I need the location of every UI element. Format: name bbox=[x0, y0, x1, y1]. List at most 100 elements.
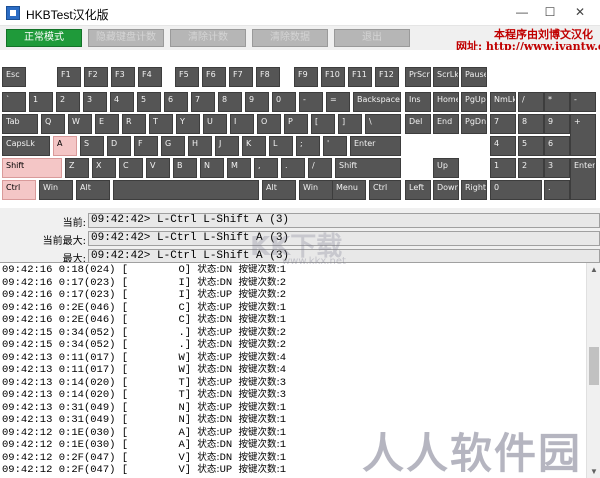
log-key: I bbox=[178, 289, 185, 301]
key-d4: 4 bbox=[110, 92, 134, 112]
log-row: 09:42:13 0:14(020) [ T] 状态:UP 按键次数:3 bbox=[2, 376, 287, 389]
log-count: 1 bbox=[279, 301, 287, 314]
key-m: M bbox=[227, 158, 251, 178]
minimize-button[interactable]: — bbox=[512, 4, 532, 20]
key-lshift: Shift bbox=[2, 158, 62, 178]
log-state-label: 状态: bbox=[197, 426, 220, 438]
key-del: Del bbox=[405, 114, 431, 134]
close-button[interactable]: ✕ bbox=[570, 4, 590, 20]
normal-mode-button[interactable]: 正常模式 bbox=[6, 29, 82, 47]
key-f6: F6 bbox=[202, 67, 226, 87]
log-time: 09:42:13 bbox=[2, 414, 53, 426]
log-key: . bbox=[178, 339, 185, 351]
clear-count-button[interactable]: 清除计数 bbox=[170, 29, 246, 47]
log-key: C bbox=[178, 314, 185, 326]
scroll-thumb[interactable] bbox=[589, 347, 599, 385]
key-j: J bbox=[215, 136, 239, 156]
key-r: R bbox=[122, 114, 146, 134]
toolbar: 正常模式 隐藏键盘计数 清除计数 清除数据 退出 本程序由刘博文汉化 网址: h… bbox=[0, 26, 600, 53]
key-u: U bbox=[203, 114, 227, 134]
log-count-label: 按键次数: bbox=[238, 339, 280, 350]
log-count-label: 按键次数: bbox=[238, 426, 280, 438]
log-state-label: 状态: bbox=[197, 376, 220, 388]
log-row: 09:42:13 0:31(049) [ N] 状态:UP 按键次数:1 bbox=[2, 401, 287, 414]
log-state: UP bbox=[219, 301, 233, 314]
log-scrollbar[interactable]: ▲ ▼ bbox=[586, 263, 600, 478]
log-state: DN bbox=[219, 264, 233, 276]
clear-data-button[interactable]: 清除数据 bbox=[252, 29, 328, 47]
current-max-label: 当前最大: bbox=[42, 236, 86, 247]
log-state: UP bbox=[219, 464, 233, 476]
key-k: K bbox=[242, 136, 266, 156]
key-d0: 0 bbox=[272, 92, 296, 112]
key-home: Home bbox=[433, 92, 459, 112]
key-w: W bbox=[68, 114, 92, 134]
key-d6: 6 bbox=[164, 92, 188, 112]
log-time: 09:42:13 bbox=[2, 376, 53, 389]
log-row: 09:42:15 0:34(052) [ .] 状态:UP 按键次数:2 bbox=[2, 326, 287, 339]
log-count: 2 bbox=[279, 276, 287, 289]
log-state: DN bbox=[219, 276, 233, 289]
key-numlk: NmLk bbox=[490, 92, 516, 112]
log-time: 09:42:16 bbox=[2, 276, 53, 289]
key-quote: ' bbox=[323, 136, 347, 156]
exit-button[interactable]: 退出 bbox=[334, 29, 410, 47]
key-num-dot: . bbox=[544, 180, 570, 200]
log-key: T bbox=[178, 376, 185, 389]
key-d8: 8 bbox=[218, 92, 242, 112]
log-time: 09:42:16 bbox=[2, 289, 53, 301]
key-rshift: Shift bbox=[335, 158, 401, 178]
key-tab: Tab bbox=[2, 114, 38, 134]
key-lwin: Win bbox=[39, 180, 73, 200]
log-time: 09:42:16 bbox=[2, 264, 53, 276]
maximize-button[interactable]: ☐ bbox=[540, 4, 560, 20]
key-down: Down bbox=[433, 180, 459, 200]
key-num0: 0 bbox=[490, 180, 542, 200]
key-a: A bbox=[53, 136, 77, 156]
key-num-div: / bbox=[518, 92, 544, 112]
key-q: Q bbox=[41, 114, 65, 134]
hide-keyboard-count-button[interactable]: 隐藏键盘计数 bbox=[88, 29, 164, 47]
key-menu: Menu bbox=[332, 180, 366, 200]
key-num-mul: * bbox=[544, 92, 570, 112]
log-state: UP bbox=[219, 376, 233, 389]
key-g: G bbox=[161, 136, 185, 156]
log-key: N bbox=[178, 401, 185, 414]
key-f2: F2 bbox=[84, 67, 108, 87]
key-num6: 6 bbox=[544, 136, 570, 156]
log-scancode: 0:18(024) bbox=[58, 264, 116, 276]
log-row: 09:42:15 0:34(052) [ .] 状态:DN 按键次数:2 bbox=[2, 339, 287, 351]
log-count-label: 按键次数: bbox=[238, 414, 280, 425]
log-count: 2 bbox=[279, 326, 287, 339]
log-time: 09:42:13 bbox=[2, 364, 53, 376]
key-up: Up bbox=[433, 158, 459, 178]
key-lbracket: [ bbox=[311, 114, 335, 134]
log-scancode: 0:14(020) bbox=[58, 389, 116, 401]
key-backspace: Backspace bbox=[353, 92, 401, 112]
log-count-label: 按键次数: bbox=[238, 351, 280, 363]
log-count: 4 bbox=[279, 351, 287, 364]
log-state: UP bbox=[219, 326, 233, 339]
key-num8: 8 bbox=[518, 114, 544, 134]
log-scancode: 0:17(023) bbox=[58, 289, 116, 301]
log-state-label: 状态: bbox=[197, 276, 220, 288]
log-count-label: 按键次数: bbox=[238, 439, 280, 450]
log-state: UP bbox=[219, 351, 233, 364]
log-scancode: 0:2F(047) bbox=[58, 464, 116, 476]
key-end: End bbox=[433, 114, 459, 134]
log-count-label: 按键次数: bbox=[238, 264, 280, 275]
scroll-up-icon[interactable]: ▲ bbox=[587, 263, 600, 277]
scroll-down-icon[interactable]: ▼ bbox=[587, 465, 600, 478]
log-row: 09:42:16 0:2E(046) [ C] 状态:DN 按键次数:1 bbox=[2, 314, 287, 326]
key-v: V bbox=[146, 158, 170, 178]
key-f7: F7 bbox=[229, 67, 253, 87]
key-t: T bbox=[149, 114, 173, 134]
log-key: W bbox=[178, 364, 185, 376]
log-count-label: 按键次数: bbox=[238, 301, 280, 313]
log-count-label: 按键次数: bbox=[238, 364, 280, 375]
log-count: 3 bbox=[279, 376, 287, 389]
log-key: . bbox=[178, 326, 185, 339]
key-f12: F12 bbox=[375, 67, 399, 87]
log-key: W bbox=[178, 351, 185, 364]
log-scancode: 0:2F(047) bbox=[58, 451, 116, 464]
